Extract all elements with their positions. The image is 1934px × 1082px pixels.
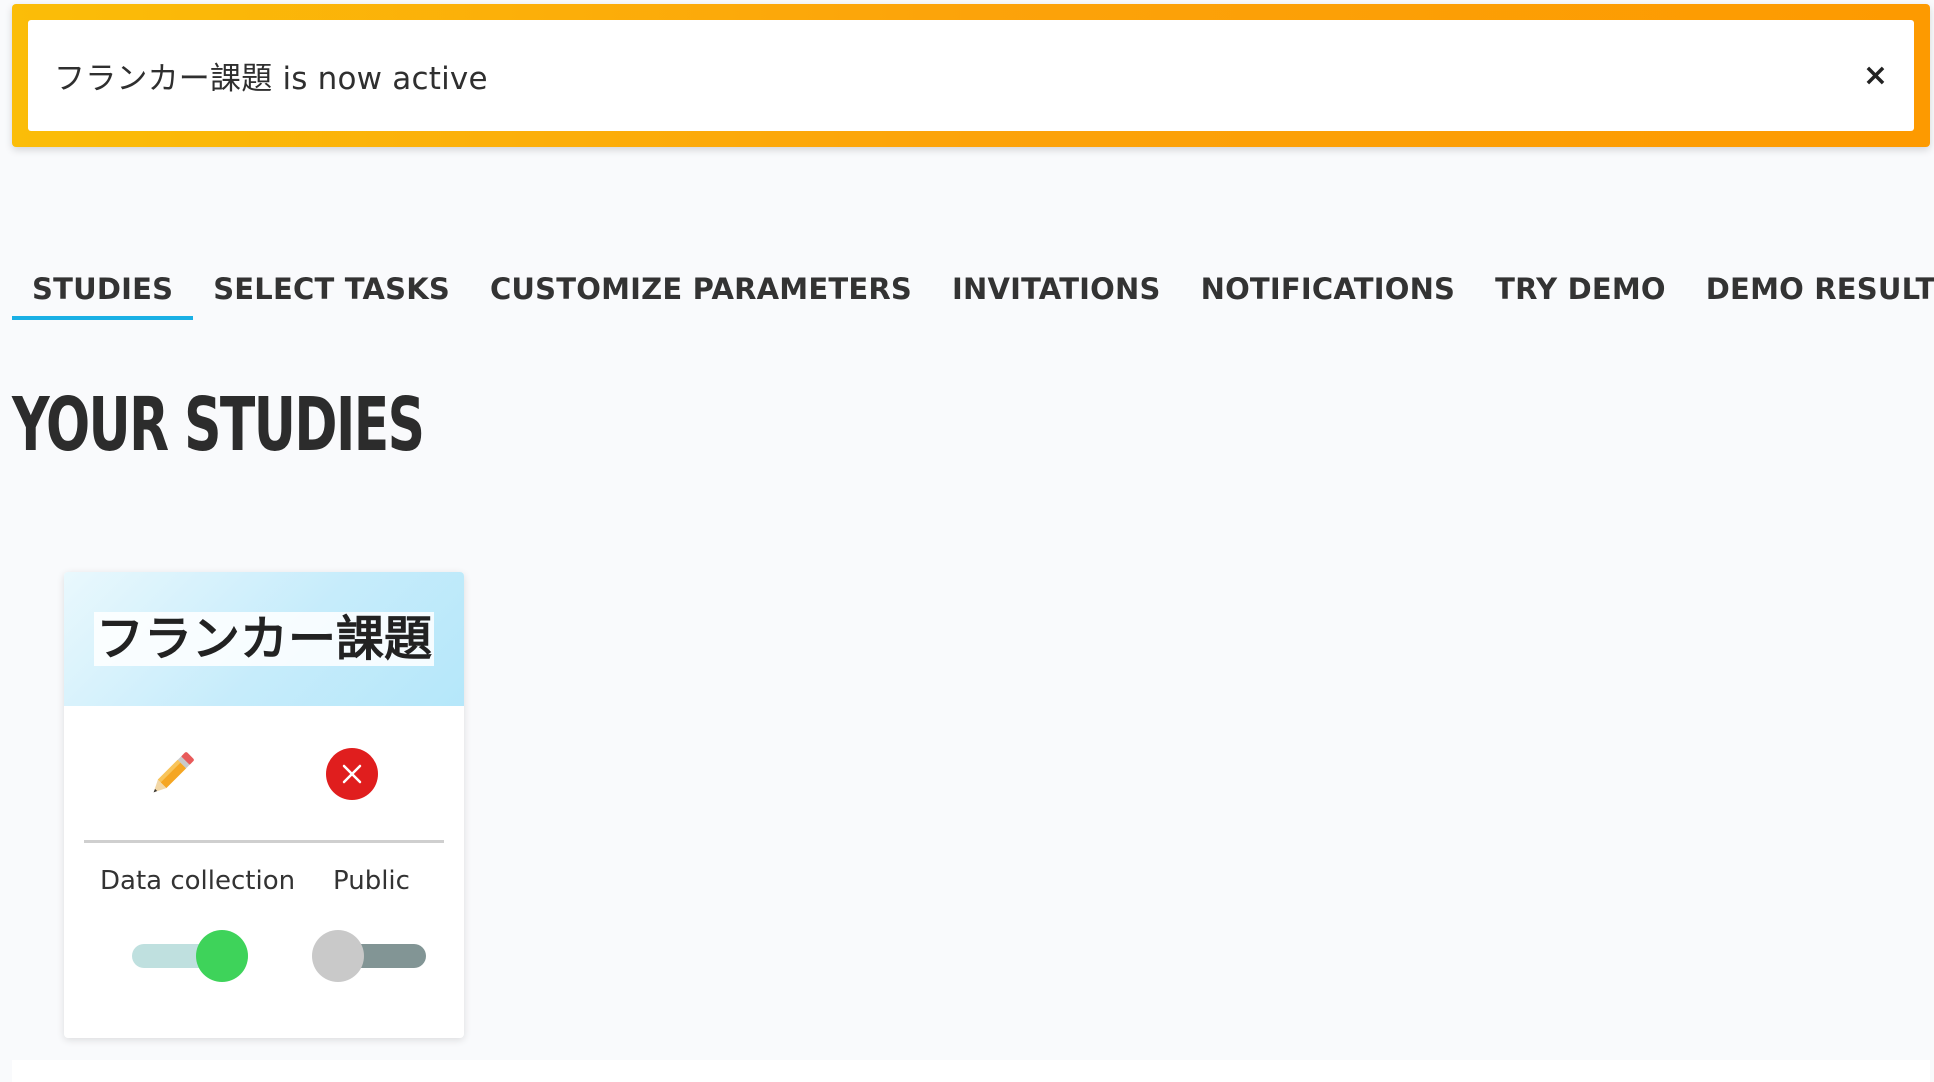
notification-message: フランカー課題 is now active [54, 61, 488, 97]
close-icon[interactable]: × [1863, 60, 1888, 91]
study-card-actions [64, 706, 464, 846]
main-tabs: STUDIES SELECT TASKS CUSTOMIZE PARAMETER… [12, 272, 1934, 320]
tab-invitations[interactable]: INVITATIONS [932, 272, 1181, 320]
pencil-icon [153, 752, 194, 793]
study-title: フランカー課題 [93, 610, 434, 667]
toggle-knob [196, 930, 248, 982]
content-panel-edge [12, 1060, 1930, 1082]
tab-customize-parameters[interactable]: CUSTOMIZE PARAMETERS [470, 272, 932, 320]
page-title: YOUR STUDIES [12, 382, 425, 468]
data-collection-toggle[interactable] [132, 930, 248, 982]
data-collection-label: Data collection [100, 866, 296, 896]
notification-panel: フランカー課題 is now active × [28, 20, 1914, 131]
toggle-knob [312, 930, 364, 982]
public-label: Public [333, 866, 410, 896]
tab-try-demo[interactable]: TRY DEMO [1475, 272, 1686, 320]
delete-button[interactable] [326, 748, 378, 800]
public-toggle[interactable] [312, 930, 428, 982]
edit-button[interactable] [144, 746, 200, 802]
study-card-header: フランカー課題 [64, 572, 464, 706]
tab-studies[interactable]: STUDIES [12, 272, 194, 320]
tab-demo-results[interactable]: DEMO RESULTS [1686, 272, 1934, 320]
tab-select-tasks[interactable]: SELECT TASKS [193, 272, 470, 320]
close-circle-icon [342, 764, 362, 784]
card-divider [84, 840, 444, 843]
tab-notifications[interactable]: NOTIFICATIONS [1181, 272, 1476, 320]
notification-banner: フランカー課題 is now active × [12, 4, 1930, 147]
